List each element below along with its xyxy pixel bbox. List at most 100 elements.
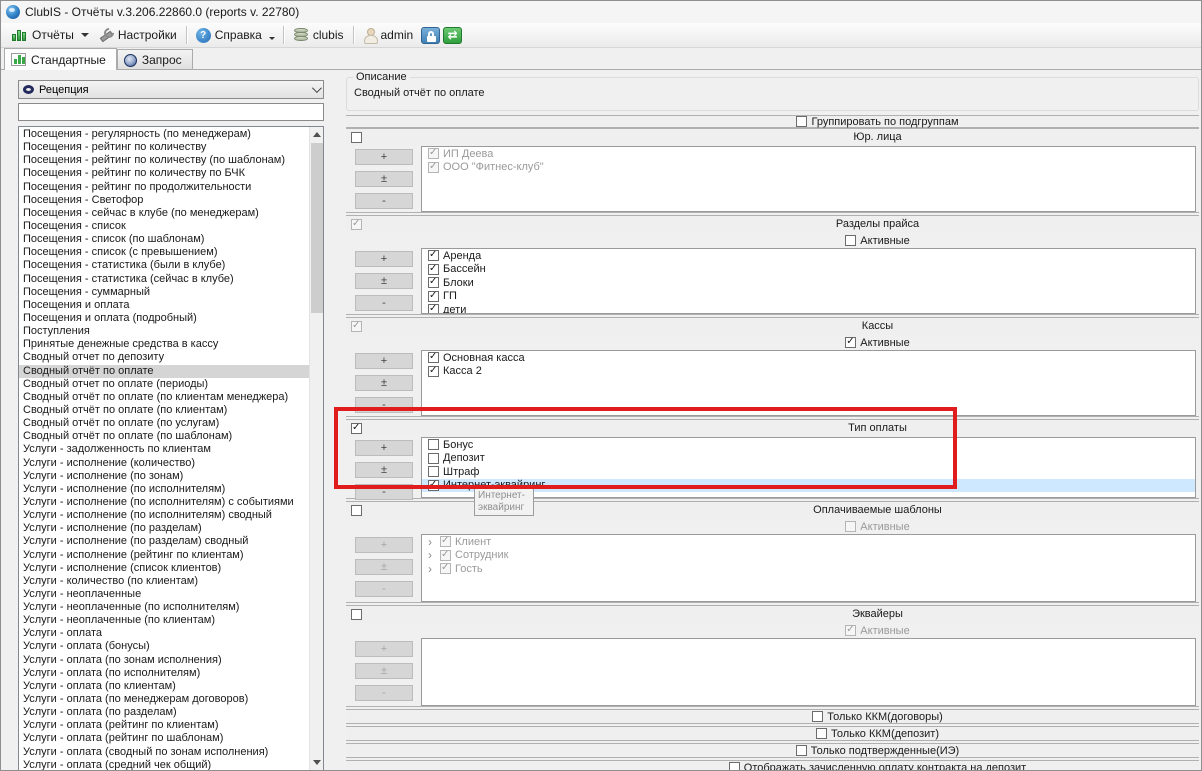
report-list-item[interactable]: Услуги - оплата (рейтинг по клиентам) [19, 719, 309, 732]
report-list-item[interactable]: Посещения - рейтинг по продолжительности [19, 181, 309, 194]
report-list-item[interactable]: Услуги - исполнение (рейтинг по клиентам… [19, 549, 309, 562]
report-list-item[interactable]: Услуги - неоплаченные (по исполнителям) [19, 601, 309, 614]
remove-button[interactable]: - [355, 295, 413, 311]
report-list-item[interactable]: Поступления [19, 325, 309, 338]
item-checkbox[interactable] [428, 480, 439, 491]
report-list-item[interactable]: Посещения - рейтинг по количеству по БЧК [19, 167, 309, 180]
toggle-button[interactable]: ± [355, 462, 413, 478]
report-list-item[interactable]: Сводный отчет по депозиту [19, 351, 309, 364]
list-item[interactable]: Депозит [422, 452, 1195, 466]
user-button[interactable]: admin [358, 26, 419, 45]
list-item[interactable]: Бассейн [422, 263, 1195, 277]
scrollbar-thumb[interactable] [311, 143, 323, 313]
report-list-item[interactable]: Услуги - оплата (по менеджерам договоров… [19, 693, 309, 706]
item-checkbox[interactable] [428, 352, 439, 363]
list-item[interactable]: ООО "Фитнес-клуб" [422, 161, 1195, 175]
expand-icon[interactable]: › [428, 537, 436, 547]
database-button[interactable]: clubis [288, 26, 349, 44]
list-item[interactable]: ГП [422, 290, 1195, 304]
expand-icon[interactable]: › [428, 550, 436, 560]
search-input[interactable] [18, 103, 324, 121]
reports-dropdown-arrow[interactable] [81, 33, 89, 37]
report-list-item[interactable]: Услуги - исполнение (по зонам) [19, 470, 309, 483]
report-list-item[interactable]: Услуги - неоплаченные [19, 588, 309, 601]
item-checkbox[interactable] [428, 291, 439, 302]
report-list-item[interactable]: Посещения - список (с превышением) [19, 246, 309, 259]
report-list-item[interactable]: Посещения - рейтинг по количеству (по ша… [19, 154, 309, 167]
section-select-checkbox[interactable] [351, 132, 362, 143]
item-checkbox[interactable] [428, 453, 439, 464]
report-list-item[interactable]: Услуги - исполнение (список клиентов) [19, 562, 309, 575]
tab-standard[interactable]: Стандартные [4, 48, 117, 70]
report-list-item[interactable]: Услуги - исполнение (по исполнителям) [19, 483, 309, 496]
report-list-item[interactable]: Услуги - оплата (рейтинг по шаблонам) [19, 732, 309, 745]
list-item[interactable]: ИП Деева [422, 147, 1195, 161]
report-list-item[interactable]: Услуги - оплата (средний чек общий) [19, 759, 309, 771]
report-list-item[interactable]: Услуги - оплата (сводный по зонам исполн… [19, 746, 309, 759]
toggle-button[interactable]: ± [355, 375, 413, 391]
report-list-item[interactable]: Услуги - оплата (по зонам исполнения) [19, 654, 309, 667]
item-checkbox[interactable] [428, 264, 439, 275]
list-item[interactable]: Касса 2 [422, 365, 1195, 379]
section-select-checkbox[interactable] [351, 609, 362, 620]
toggle-button[interactable]: ± [355, 171, 413, 187]
list-item[interactable]: дети [422, 303, 1195, 314]
list-item[interactable]: Бонус [422, 438, 1195, 452]
sync-button[interactable]: ⇄ [443, 27, 462, 44]
option-checkbox[interactable] [812, 711, 823, 722]
report-list-item[interactable]: Услуги - оплата (по клиентам) [19, 680, 309, 693]
active-checkbox[interactable] [845, 337, 856, 348]
option-checkbox[interactable] [796, 745, 807, 756]
report-list-item[interactable]: Услуги - исполнение (по разделам) [19, 522, 309, 535]
tab-query[interactable]: Запрос [117, 49, 193, 70]
item-checkbox[interactable] [428, 466, 439, 477]
item-checkbox[interactable] [428, 304, 439, 314]
item-checkbox[interactable] [428, 366, 439, 377]
active-checkbox[interactable] [845, 235, 856, 246]
report-list-item[interactable]: Сводный отчёт по оплате (по клиентам) [19, 404, 309, 417]
report-list-item[interactable]: Посещения и оплата (подробный) [19, 312, 309, 325]
report-list-item[interactable]: Услуги - оплата (по исполнителям) [19, 667, 309, 680]
item-checkbox[interactable] [428, 277, 439, 288]
list-item[interactable]: ›Сотрудник [422, 549, 1195, 563]
section-select-checkbox[interactable] [351, 423, 362, 434]
group-by-subgroups-checkbox[interactable] [796, 116, 807, 127]
report-list-item[interactable]: Услуги - исполнение (по исполнителям) с … [19, 496, 309, 509]
list-item[interactable]: ›Клиент [422, 535, 1195, 549]
option-checkbox[interactable] [729, 762, 740, 771]
report-list-item[interactable]: Посещения - суммарный [19, 286, 309, 299]
report-list-item[interactable]: Сводный отчет по оплате (периоды) [19, 378, 309, 391]
report-list-item[interactable]: Услуги - количество (по клиентам) [19, 575, 309, 588]
report-list-item[interactable]: Посещения - статистика (были в клубе) [19, 259, 309, 272]
add-button[interactable]: + [355, 251, 413, 267]
report-list-scrollbar[interactable] [309, 127, 323, 770]
scroll-up-icon[interactable] [313, 132, 321, 137]
report-list-item[interactable]: Сводный отчёт по оплате [19, 365, 309, 378]
report-list-item[interactable]: Сводный отчёт по оплате (по шаблонам) [19, 430, 309, 443]
reports-button[interactable]: Отчёты [7, 26, 79, 44]
report-list-item[interactable]: Услуги - исполнение (по разделам) сводны… [19, 535, 309, 548]
report-list-item[interactable]: Услуги - задолженность по клиентам [19, 443, 309, 456]
report-list-item[interactable]: Посещения - Светофор [19, 194, 309, 207]
report-list-item[interactable]: Посещения и оплата [19, 299, 309, 312]
item-checkbox[interactable] [428, 439, 439, 450]
report-list-item[interactable]: Услуги - оплата (бонусы) [19, 640, 309, 653]
section-select-checkbox[interactable] [351, 505, 362, 516]
option-checkbox[interactable] [816, 728, 827, 739]
report-list-item[interactable]: Посещения - сейчас в клубе (по менеджера… [19, 207, 309, 220]
report-list-item[interactable]: Посещения - список (по шаблонам) [19, 233, 309, 246]
item-checkbox[interactable] [428, 250, 439, 261]
report-list-item[interactable]: Принятые денежные средства в кассу [19, 338, 309, 351]
report-list-item[interactable]: Сводный отчёт по оплате (по клиентам мен… [19, 391, 309, 404]
list-item[interactable]: ›Гость [422, 562, 1195, 576]
add-button[interactable]: + [355, 440, 413, 456]
list-item[interactable]: Интернет-эквайринг [422, 479, 1195, 493]
report-list-item[interactable]: Услуги - неоплаченные (по клиентам) [19, 614, 309, 627]
report-list-item[interactable]: Услуги - исполнение (по исполнителям) св… [19, 509, 309, 522]
report-list-item[interactable]: Услуги - оплата [19, 627, 309, 640]
lock-button[interactable] [421, 27, 440, 44]
report-list-item[interactable]: Услуги - исполнение (количество) [19, 457, 309, 470]
report-list-item[interactable]: Посещения - рейтинг по количеству [19, 141, 309, 154]
report-list-item[interactable]: Посещения - статистика (сейчас в клубе) [19, 273, 309, 286]
scroll-down-icon[interactable] [313, 760, 321, 765]
